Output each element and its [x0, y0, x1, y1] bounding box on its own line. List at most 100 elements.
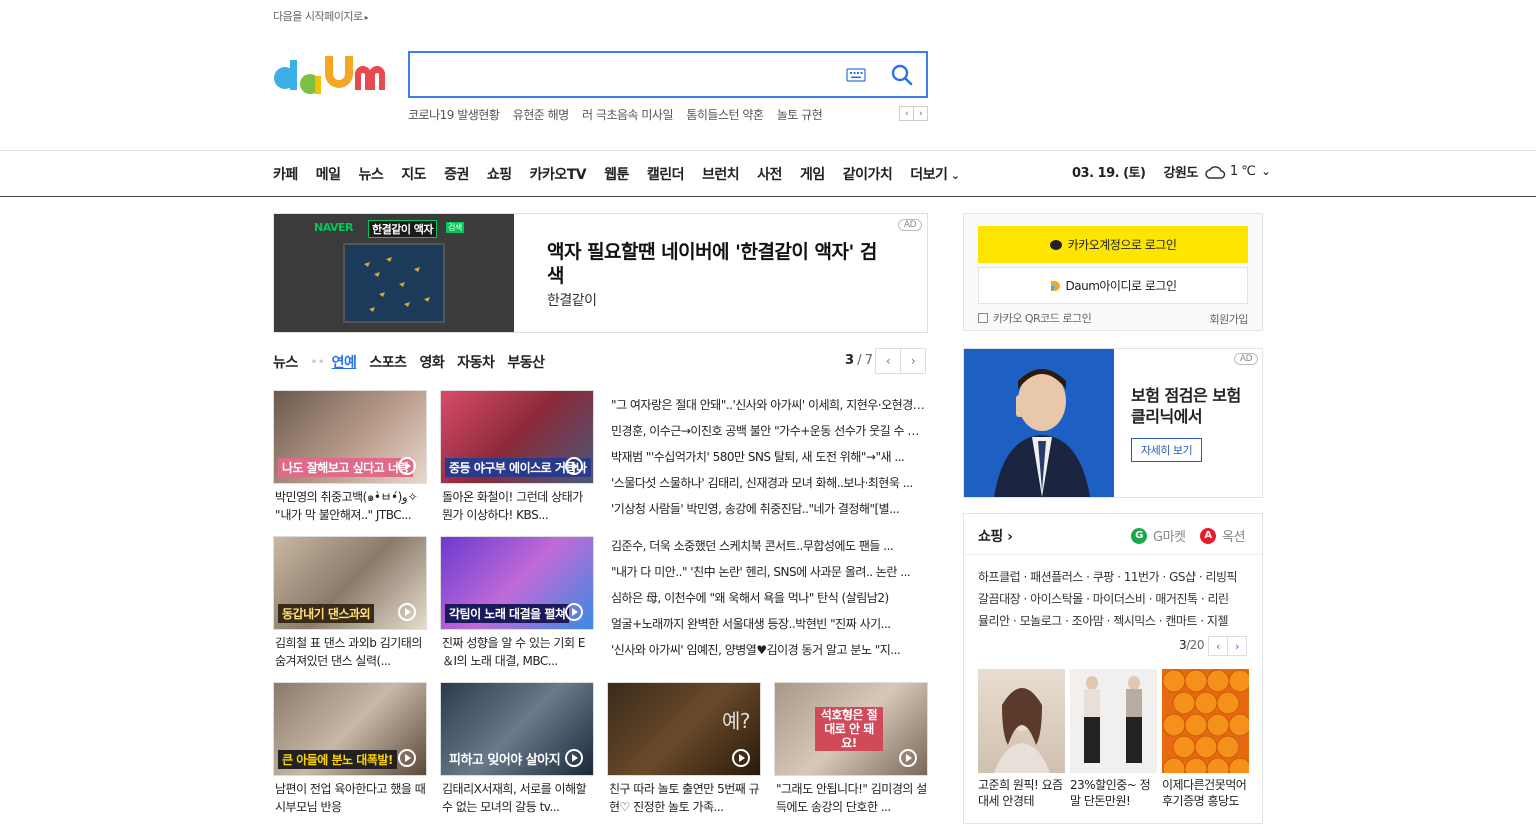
- next-icon[interactable]: ›: [900, 348, 926, 374]
- headline-item[interactable]: 김준수, 더욱 소중했던 스케치북 콘서트..무합성에도 팬들 ...: [611, 533, 928, 559]
- trending-keyword[interactable]: 톰히들스턴 약혼: [686, 108, 764, 122]
- headline-item[interactable]: 민경훈, 이수근→이진호 공백 불안 "가수+운동 선수가 웃길 수 있어?": [611, 418, 928, 444]
- nav-dictionary[interactable]: 사전: [757, 164, 782, 184]
- tab-news[interactable]: 뉴스: [273, 352, 298, 372]
- service-menu: 카페 메일 뉴스 지도 증권 쇼핑 카카오TV 웹툰 캘린더 브런치 사전 게임…: [273, 164, 977, 184]
- login-box: 카카오계정으로 로그인 Daum아이디로 로그인 카카오 QR코드 로그인 회원…: [963, 213, 1263, 331]
- side-ad-more-button[interactable]: 자세히 보기: [1131, 438, 1203, 462]
- tab-car[interactable]: 자동차: [457, 352, 495, 372]
- product-item[interactable]: 고준희 원픽! 요즘대세 안경테: [978, 669, 1065, 809]
- shopping-link-row[interactable]: 갈끔대장 · 아이스탁몰 · 마이더스비 · 매거진톡 · 리린: [978, 588, 1250, 610]
- thumbnail-caption[interactable]: "그래도 안됩니다!" 김미경의 설득에도 송강의 단호한 ...: [776, 780, 928, 816]
- prev-icon[interactable]: ‹: [899, 106, 914, 121]
- daum-login-label: Daum아이디로 로그인: [1065, 279, 1177, 293]
- thumbnail-caption[interactable]: 박민영의 취중고백(๑•̀ㅂ•́)و✧ "내가 막 불안해져.." JTBC..…: [275, 488, 427, 524]
- thumbnail-caption[interactable]: 김희철 표 댄스 과외b 김기태의 숨겨져있던 댄스 실력(...: [275, 634, 427, 670]
- trending-keyword[interactable]: 코로나19 발생현황: [408, 108, 500, 122]
- shopping-title[interactable]: 쇼핑 ›: [978, 526, 1013, 546]
- nav-mail[interactable]: 메일: [316, 164, 341, 184]
- nav-more[interactable]: 더보기: [910, 164, 959, 184]
- keyboard-icon[interactable]: [846, 68, 866, 82]
- headline-item[interactable]: 얼굴+노래까지 완벽한 서울대생 등장..박현빈 "진짜 사기...: [611, 611, 928, 637]
- nav-map[interactable]: 지도: [401, 164, 426, 184]
- gmarket-link[interactable]: G G마켓: [1131, 526, 1186, 545]
- tab-realestate[interactable]: 부동산: [507, 352, 545, 372]
- thumbnail-overlay: 동갑내기 댄스과외: [278, 604, 374, 623]
- search-input[interactable]: [420, 63, 830, 87]
- news-thumbnail[interactable]: 각팀이 노래 대결을 펼쳐: [440, 536, 594, 630]
- thumbnail-caption[interactable]: 남편이 전업 육아한다고 했을 때 시부모님 반응: [275, 780, 427, 816]
- nav-webtoon[interactable]: 웹툰: [604, 164, 629, 184]
- weather-region[interactable]: 강원도: [1163, 162, 1198, 181]
- news-thumbnail[interactable]: 큰 아들에 분노 대폭발!: [273, 682, 427, 776]
- kakao-login-label: 카카오계정으로 로그인: [1067, 238, 1177, 252]
- nav-brunch[interactable]: 브런치: [702, 164, 740, 184]
- kakao-login-button[interactable]: 카카오계정으로 로그인: [978, 226, 1248, 263]
- news-thumbnail[interactable]: 피하고 잊어야 살아지: [440, 682, 594, 776]
- prev-icon[interactable]: ‹: [875, 348, 901, 374]
- tab-sports[interactable]: 스포츠: [369, 352, 407, 372]
- product-item[interactable]: 23%할인중~ 정말 단돈만원!: [1070, 669, 1157, 809]
- shopping-link-row[interactable]: 뮬리안 · 모놀로그 · 조아맘 · 젝시믹스 · 캔마트 · 지젤: [978, 610, 1250, 632]
- headline-item[interactable]: '기상청 사람들' 박민영, 송강에 취중진담.."네가 결정해"[별...: [611, 496, 928, 522]
- nav-news[interactable]: 뉴스: [359, 164, 384, 184]
- shopping-link-row[interactable]: 하프클럽 · 패션플러스 · 쿠팡 · 11번가 · GS샵 · 리빙픽: [978, 566, 1250, 588]
- set-homepage-link[interactable]: 다음을 시작페이지로 ▸: [273, 8, 369, 24]
- nav-shopping[interactable]: 쇼핑: [487, 164, 512, 184]
- product-item[interactable]: 이제다른건못먹어 후기증명 흥당도: [1162, 669, 1249, 809]
- headline-item[interactable]: "내가 다 미안.." '친中 논란' 헨리, SNS에 사과문 올려.. 논란…: [611, 559, 928, 585]
- news-thumbnail[interactable]: 예?: [607, 682, 761, 776]
- ad-image: NAVER 한결같이 액자 검색: [274, 214, 514, 332]
- news-tabs: 뉴스 •• 연예 스포츠 영화 자동차 부동산: [273, 352, 558, 372]
- thumbnail-caption[interactable]: 김태리X서재희, 서로를 이해할 수 없는 모녀의 갈등 tv...: [442, 780, 594, 816]
- nav-kakaotv[interactable]: 카카오TV: [530, 164, 587, 184]
- thumbnail-caption[interactable]: 돌아온 화철이! 그런데 상태가 뭔가 이상하다! KBS...: [442, 488, 594, 524]
- trending-pager: ‹ ›: [899, 106, 928, 121]
- next-icon[interactable]: ›: [1227, 636, 1247, 656]
- top-ad-banner[interactable]: NAVER 한결같이 액자 검색 액자 필요할땐 네이버에 '한결같이 액자' …: [273, 213, 928, 333]
- next-icon[interactable]: ›: [913, 106, 928, 121]
- news-thumbnail[interactable]: 중등 야구부 에이스로 거듭나: [440, 390, 594, 484]
- news-thumbnail[interactable]: 석호형은 절대로 안 돼요!: [774, 682, 928, 776]
- signup-link[interactable]: 회원가입: [1210, 311, 1249, 327]
- ad-subtitle: 한결같이: [547, 293, 597, 309]
- daum-login-button[interactable]: Daum아이디로 로그인: [978, 267, 1248, 304]
- tab-entertainment[interactable]: 연예: [332, 352, 357, 372]
- trending-keyword[interactable]: 러 극초음속 미사일: [582, 108, 673, 122]
- ad-image-brand: NAVER: [314, 221, 353, 234]
- news-thumbnail[interactable]: 동갑내기 댄스과외: [273, 536, 427, 630]
- nav-calendar[interactable]: 캘린더: [647, 164, 685, 184]
- nav-game[interactable]: 게임: [800, 164, 825, 184]
- side-ad-title: 보험 점검은 보험클리닉에서: [1131, 386, 1241, 426]
- search-icon[interactable]: [890, 63, 914, 87]
- gmarket-icon: G: [1131, 527, 1147, 544]
- qr-login-link[interactable]: 카카오 QR코드 로그인: [978, 310, 1092, 326]
- headline-item[interactable]: '신사와 아가씨' 임예진, 양병열♥김이경 동거 알고 분노 "지...: [611, 637, 928, 663]
- nav-cafe[interactable]: 카페: [273, 164, 298, 184]
- thumbnail-overlay: 큰 아들에 분노 대폭발!: [278, 750, 397, 769]
- news-thumbnail[interactable]: 나도 잘해보고 싶다고 너랑: [273, 390, 427, 484]
- thumbnail-caption[interactable]: 친구 따라 놀토 출연만 5번째 규현♡ 진정한 놀토 가족...: [609, 780, 761, 816]
- side-ad-banner[interactable]: 보험 점검은 보험클리닉에서 자세히 보기 AD: [963, 348, 1263, 498]
- ad-badge: AD: [897, 219, 922, 231]
- thumbnail-caption[interactable]: 진짜 성향을 알 수 있는 기회 E＆I의 노래 대결, MBC...: [442, 634, 594, 670]
- nav-stock[interactable]: 증권: [444, 164, 469, 184]
- page-total: /20: [1186, 638, 1204, 652]
- chevron-down-icon[interactable]: ⌄: [1261, 165, 1270, 178]
- play-icon: [565, 457, 583, 475]
- headline-item[interactable]: "그 여자랑은 절대 안돼"..'신사와 아가씨' 이세희, 지현우·오현경 관…: [611, 392, 928, 418]
- nav-together[interactable]: 같이가치: [843, 164, 893, 184]
- daum-logo[interactable]: [273, 50, 389, 98]
- prev-icon[interactable]: ‹: [1208, 636, 1228, 656]
- headline-item[interactable]: '스물다섯 스물하나' 김태리, 신재경과 모녀 화해..보나·최현욱 ...: [611, 470, 928, 496]
- tab-movie[interactable]: 영화: [419, 352, 444, 372]
- auction-link[interactable]: A 옥션: [1200, 526, 1245, 545]
- product-caption: 23%할인중~ 정말 단돈만원!: [1070, 778, 1151, 808]
- trending-keyword[interactable]: 놀토 규현: [777, 108, 823, 122]
- headline-item[interactable]: 심하은 母, 이천수에 "왜 욱해서 욕을 먹나" 탄식 (살림남2): [611, 585, 928, 611]
- play-icon: [565, 603, 583, 621]
- trending-keyword[interactable]: 유현준 해명: [513, 108, 570, 122]
- headline-item[interactable]: 박재범 "'수십억가치' 580만 SNS 탈퇴, 새 도전 위해"→"새 ..…: [611, 444, 928, 470]
- news-pager: ‹ ›: [875, 348, 926, 374]
- product-caption: 고준희 원픽! 요즘대세 안경테: [978, 778, 1063, 808]
